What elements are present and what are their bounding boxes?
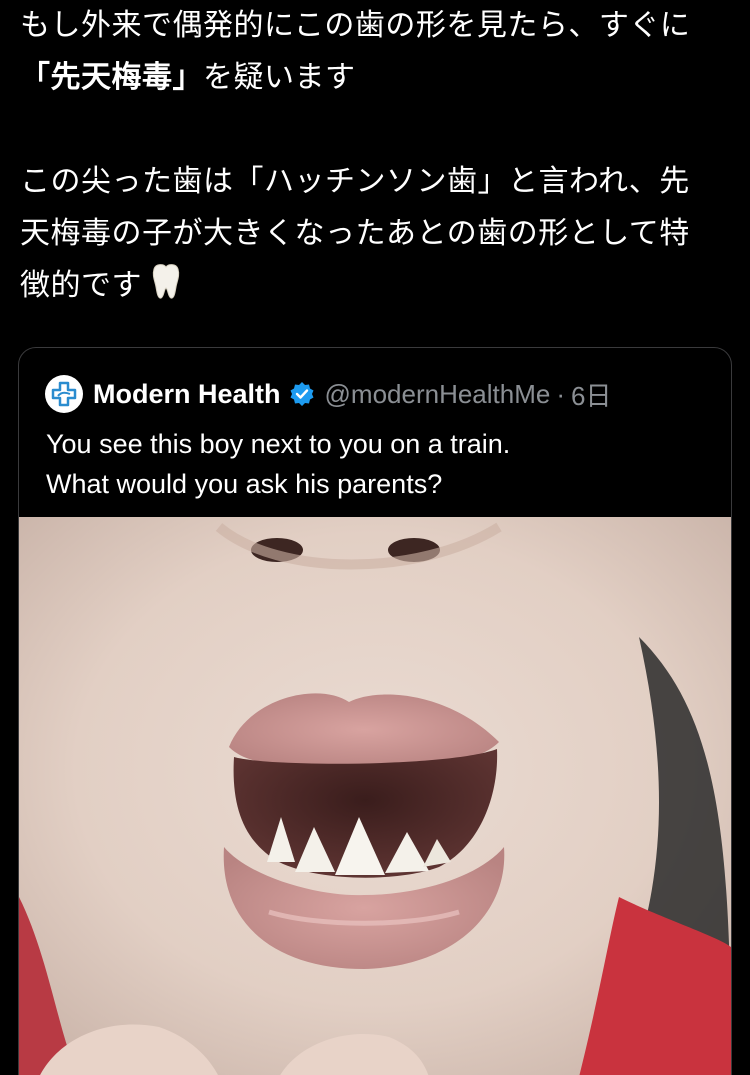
bold-term: 「先天梅毒」 [20,60,203,95]
medical-cross-icon [51,381,77,407]
handle[interactable]: @modernHealthMe [325,379,551,410]
quoted-text-line-2: What would you ask his parents? [46,469,443,499]
separator-dot: · [556,378,566,409]
quoted-tweet-card[interactable]: Modern Health @modernHealthMe · 6日 You s… [18,347,732,1075]
post-line-3: この尖った歯は「ハッチンソン歯」と言われ、先 [20,164,690,199]
mouth-photo-image [19,517,731,1075]
post-line-4: 天梅毒の子が大きくなったあとの歯の形として特 [20,216,690,251]
quoted-text-line-1: You see this boy next to you on a train. [46,429,511,459]
post-line-5-text: 徴的です [20,268,142,303]
display-name[interactable]: Modern Health [93,379,281,410]
post-line-2-rest: を疑います [203,60,356,95]
timestamp[interactable]: 6日 [571,376,611,413]
post-text: もし外来で偶発的にこの歯の形を見たら、すぐに 「先天梅毒」を疑います この尖った… [20,0,732,312]
post-line-2: 「先天梅毒」を疑います [20,52,732,104]
tooth-emoji-icon [152,264,180,299]
quoted-tweet-text: You see this boy next to you on a train.… [46,424,706,504]
post-line-5: 徴的です [20,260,732,312]
avatar[interactable] [45,375,83,413]
post-line-1: もし外来で偶発的にこの歯の形を見たら、すぐに [20,8,691,43]
verified-badge-icon [290,382,314,406]
quoted-tweet-photo[interactable] [19,517,731,1075]
quoted-tweet-header: Modern Health @modernHealthMe · 6日 [45,374,611,414]
